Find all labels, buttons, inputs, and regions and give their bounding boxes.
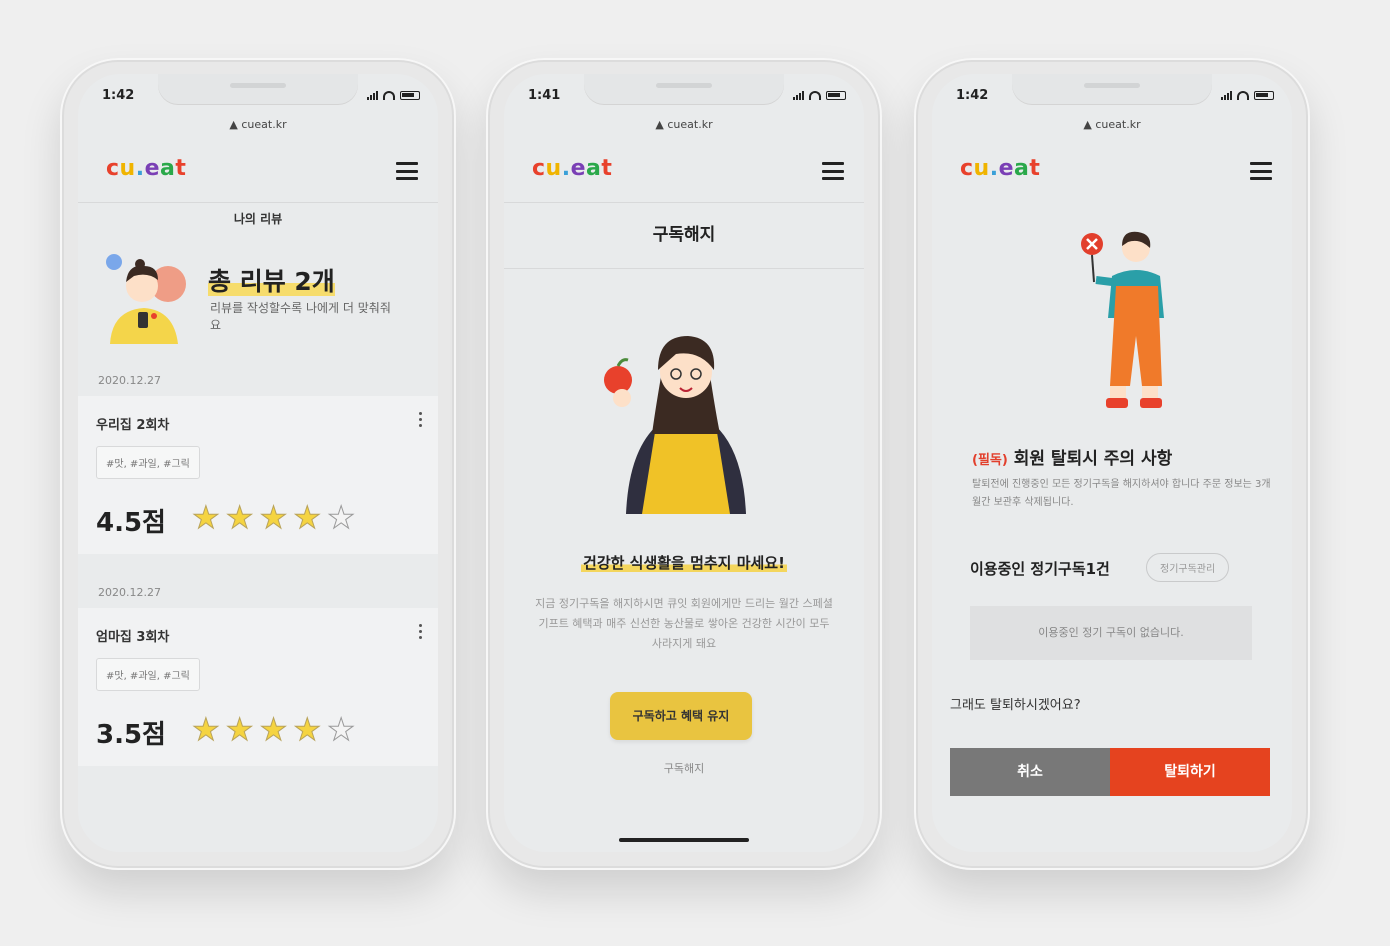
signal-icon [367, 90, 378, 100]
withdraw-warning-title: (필독) 회원 탈퇴시 주의 사항 [972, 449, 1173, 469]
star-filled-icon: ★ [225, 712, 254, 748]
unsubscribe-description: 지금 정기구독을 해지하시면 큐잇 회원에게만 드리는 월간 스페셜 기프트 혜… [535, 597, 833, 650]
cancel-button[interactable]: 취소 [950, 748, 1110, 796]
star-filled-icon: ★ [192, 500, 221, 536]
status-icons [367, 90, 420, 100]
total-reviews: 총 리뷰 2개 [208, 267, 335, 296]
signal-icon [1221, 90, 1232, 100]
status-bar: 1:42 [78, 74, 438, 118]
headline: 건강한 식생활을 멈추지 마세요! [581, 554, 787, 572]
status-bar: 1:41 [504, 74, 864, 118]
review-tags: #맛, #과일, #그릭 [96, 446, 200, 479]
battery-icon [826, 90, 846, 100]
withdraw-warning-description: 탈퇴전에 진행중인 모든 정기구독을 해지하셔야 합니다 주문 정보는 3개월간… [972, 479, 1271, 508]
star-filled-icon: ★ [293, 712, 322, 748]
app-header: cu.eat [504, 142, 864, 203]
home-indicator [619, 838, 749, 842]
withdraw-button[interactable]: 탈퇴하기 [1110, 748, 1270, 796]
signal-icon [793, 90, 804, 100]
cueat-logo[interactable]: cu.eat [106, 156, 186, 181]
review-tags: #맛, #과일, #그릭 [96, 658, 200, 691]
status-icons [1221, 90, 1274, 100]
page-title: 나의 리뷰 [233, 212, 283, 226]
app-header: cu.eat [78, 142, 438, 203]
no-subscription-box: 이용중인 정기 구독이 없습니다. [970, 606, 1252, 660]
reviewer-illustration [106, 254, 186, 344]
woman-with-stop-sign-illustration [1081, 231, 1164, 408]
active-subscription-count: 이용중인 정기구독1건 [970, 560, 1110, 578]
cueat-logo[interactable]: cu.eat [532, 156, 612, 181]
wifi-icon [1237, 90, 1249, 100]
star-filled-icon: ★ [293, 500, 322, 536]
review-card[interactable]: 엄마집 3회차 #맛, #과일, #그릭 3.5점 ★ ★ ★ ★ ★ [78, 608, 438, 766]
review-score: 4.5점 [96, 508, 166, 538]
review-title: 엄마집 3회차 [96, 630, 170, 645]
more-options-icon[interactable] [419, 412, 422, 427]
manage-subscription-button[interactable]: 정기구독관리 [1146, 553, 1230, 582]
wifi-icon [809, 90, 821, 100]
review-date: 2020.12.27 [98, 586, 161, 599]
total-reviews-subtitle: 리뷰를 작성할수록 나에게 더 맞춰줘요 [210, 301, 391, 332]
star-rating: ★ ★ ★ ★ ★ [192, 500, 356, 536]
hamburger-menu-icon[interactable] [1250, 162, 1272, 180]
star-filled-icon: ★ [225, 500, 254, 536]
battery-icon [1254, 90, 1274, 100]
more-options-icon[interactable] [419, 624, 422, 639]
status-time: 1:42 [956, 88, 989, 103]
review-title: 우리집 2회차 [96, 418, 170, 433]
url-bar[interactable]: ▲ cueat.kr [78, 118, 438, 131]
cueat-logo[interactable]: cu.eat [960, 156, 1040, 181]
phone-my-reviews: 1:42 ▲ cueat.kr cu.eat 나의 리뷰 총 리뷰 2개 리뷰를… [60, 58, 456, 870]
status-bar: 1:42 [932, 74, 1292, 118]
review-date: 2020.12.27 [98, 374, 161, 387]
url-bar[interactable]: ▲ cueat.kr [932, 118, 1292, 131]
review-score: 3.5점 [96, 720, 166, 750]
woman-with-apple-illustration [604, 336, 746, 514]
star-filled-icon: ★ [259, 712, 288, 748]
status-time: 1:42 [102, 88, 135, 103]
screen: 1:42 ▲ cueat.kr cu.eat 나의 리뷰 총 리뷰 2개 리뷰를… [78, 74, 438, 852]
unsubscribe-link[interactable]: 구독해지 [504, 760, 864, 776]
keep-subscription-button[interactable]: 구독하고 혜택 유지 [610, 692, 752, 740]
star-filled-icon: ★ [192, 712, 221, 748]
withdraw-confirm-text: 그래도 탈퇴하시겠어요? [950, 698, 1081, 713]
review-card[interactable]: 우리집 2회차 #맛, #과일, #그릭 4.5점 ★ ★ ★ ★ ★ [78, 396, 438, 554]
battery-icon [400, 90, 420, 100]
star-rating: ★ ★ ★ ★ ★ [192, 712, 356, 748]
wifi-icon [383, 90, 395, 100]
hamburger-menu-icon[interactable] [822, 162, 844, 180]
phone-unsubscribe: 1:41 ▲ cueat.kr cu.eat 구독해지 건강한 식생활을 멈추지… [486, 58, 882, 870]
star-filled-icon: ★ [259, 500, 288, 536]
phone-withdraw: 1:42 ▲ cueat.kr cu.eat (필독) 회원 탈퇴시 주의 사항… [914, 58, 1310, 870]
app-header: cu.eat [932, 142, 1292, 202]
screen: 1:42 ▲ cueat.kr cu.eat (필독) 회원 탈퇴시 주의 사항… [932, 74, 1292, 852]
status-icons [793, 90, 846, 100]
screen: 1:41 ▲ cueat.kr cu.eat 구독해지 건강한 식생활을 멈추지… [504, 74, 864, 852]
star-empty-icon: ★ [327, 500, 356, 536]
hamburger-menu-icon[interactable] [396, 162, 418, 180]
star-empty-icon: ★ [327, 712, 356, 748]
page-title: 구독해지 [504, 202, 864, 269]
url-bar[interactable]: ▲ cueat.kr [504, 118, 864, 131]
status-time: 1:41 [528, 88, 561, 103]
